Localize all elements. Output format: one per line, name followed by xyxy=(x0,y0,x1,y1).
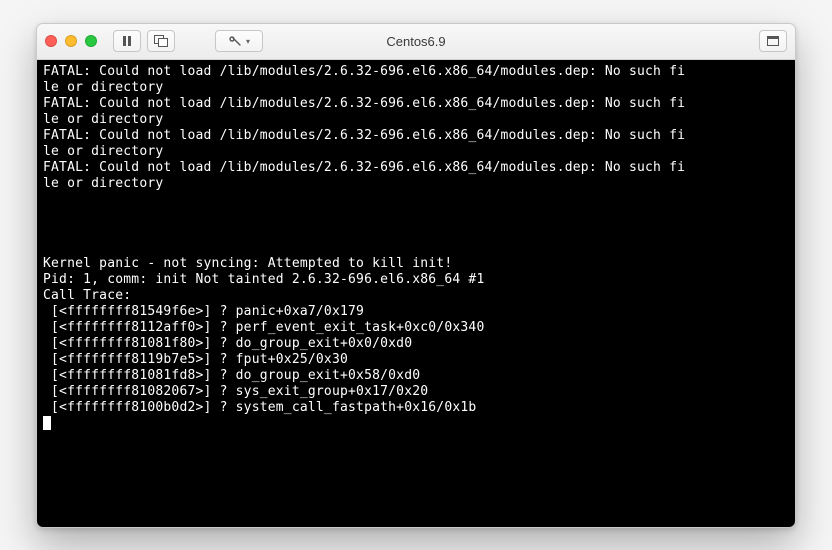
titlebar: ▾ Centos6.9 xyxy=(37,24,795,60)
terminal-line: [<ffffffff81081fd8>] ? do_group_exit+0x5… xyxy=(43,368,789,384)
cursor xyxy=(43,416,51,430)
terminal-line: FATAL: Could not load /lib/modules/2.6.3… xyxy=(43,64,789,80)
pause-icon xyxy=(122,36,132,46)
zoom-icon[interactable] xyxy=(85,35,97,47)
settings-button[interactable]: ▾ xyxy=(215,30,263,52)
snapshot-button[interactable] xyxy=(147,30,175,52)
terminal-line xyxy=(43,224,789,240)
terminal-line xyxy=(43,240,789,256)
fullscreen-icon xyxy=(767,36,779,46)
terminal-line: [<ffffffff81549f6e>] ? panic+0xa7/0x179 xyxy=(43,304,789,320)
terminal-line: Pid: 1, comm: init Not tainted 2.6.32-69… xyxy=(43,272,789,288)
chevron-down-icon: ▾ xyxy=(246,37,250,46)
terminal-line: le or directory xyxy=(43,80,789,96)
terminal-line: [<ffffffff8100b0d2>] ? system_call_fastp… xyxy=(43,400,789,416)
terminal-line xyxy=(43,192,789,208)
terminal-line: FATAL: Could not load /lib/modules/2.6.3… xyxy=(43,96,789,112)
terminal-line: Kernel panic - not syncing: Attempted to… xyxy=(43,256,789,272)
vm-window: ▾ Centos6.9 FATAL: Could not load /lib/m… xyxy=(36,23,796,528)
terminal-line: le or directory xyxy=(43,176,789,192)
terminal-line: [<ffffffff81081f80>] ? do_group_exit+0x0… xyxy=(43,336,789,352)
terminal-line: le or directory xyxy=(43,112,789,128)
terminal-line xyxy=(43,208,789,224)
terminal-line: [<ffffffff8119b7e5>] ? fput+0x25/0x30 xyxy=(43,352,789,368)
pause-button[interactable] xyxy=(113,30,141,52)
minimize-icon[interactable] xyxy=(65,35,77,47)
toolbar-right xyxy=(759,30,787,52)
traffic-lights xyxy=(45,35,97,47)
fullscreen-button[interactable] xyxy=(759,30,787,52)
terminal-cursor-line xyxy=(43,416,789,433)
close-icon[interactable] xyxy=(45,35,57,47)
terminal-line: FATAL: Could not load /lib/modules/2.6.3… xyxy=(43,160,789,176)
terminal-output[interactable]: FATAL: Could not load /lib/modules/2.6.3… xyxy=(37,60,795,527)
terminal-line: [<ffffffff81082067>] ? sys_exit_group+0x… xyxy=(43,384,789,400)
terminal-line: [<ffffffff8112aff0>] ? perf_event_exit_t… xyxy=(43,320,789,336)
terminal-line: FATAL: Could not load /lib/modules/2.6.3… xyxy=(43,128,789,144)
wrench-icon xyxy=(228,35,242,47)
snapshot-icon xyxy=(154,35,168,47)
toolbar-left xyxy=(113,30,175,52)
toolbar-mid: ▾ xyxy=(215,30,263,52)
terminal-line: Call Trace: xyxy=(43,288,789,304)
terminal-line: le or directory xyxy=(43,144,789,160)
